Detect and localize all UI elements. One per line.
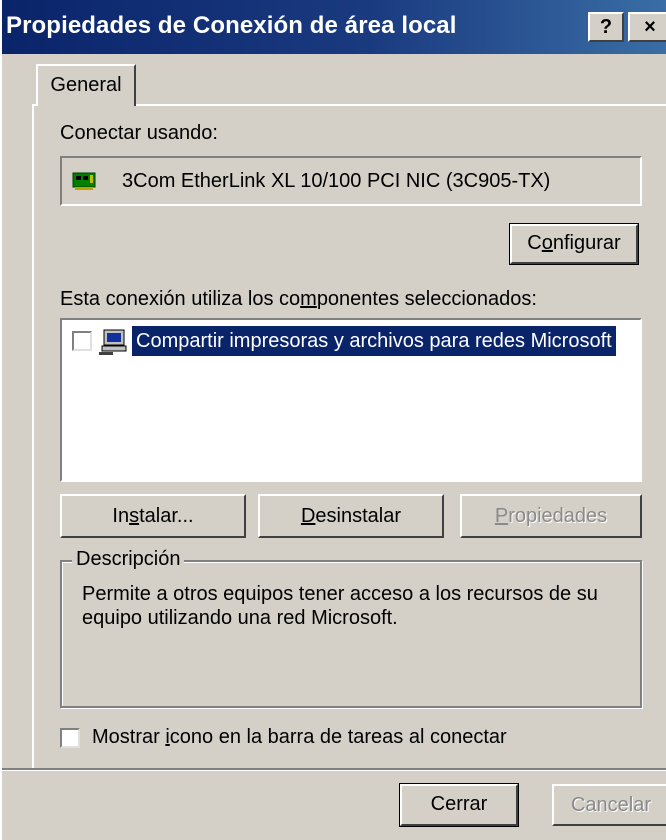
title-bar[interactable]: Propiedades de Conexión de área local ? …	[2, 0, 666, 54]
install-label-pre: In	[112, 505, 130, 527]
network-card-icon	[72, 172, 96, 190]
install-hotkey: s	[129, 505, 140, 527]
adapter-name: 3Com EtherLink XL 10/100 PCI NIC (3C905-…	[122, 170, 551, 192]
close-button[interactable]: Cerrar	[399, 783, 519, 827]
components-label-post: ponentes seleccionados:	[316, 288, 537, 310]
uninstall-button[interactable]: Desinstalar	[258, 494, 444, 538]
list-item[interactable]: Compartir impresoras y archivos para red…	[68, 326, 616, 356]
show-icon-checkbox[interactable]	[60, 728, 80, 748]
configure-button[interactable]: Configurar	[509, 223, 639, 265]
properties-dialog: Propiedades de Conexión de área local ? …	[0, 0, 666, 840]
component-label: Compartir impresoras y archivos para red…	[132, 326, 616, 356]
close-window-button[interactable]: ×	[628, 12, 666, 42]
components-label-pre: Esta conexión utiliza los co	[60, 288, 301, 310]
description-title: Descripción	[72, 548, 185, 571]
panel-bottom-divider	[2, 768, 666, 771]
connect-using-label: Conectar usando:	[60, 122, 218, 144]
install-label-post: talar...	[139, 505, 194, 527]
cancel-button[interactable]: Cancelar	[552, 784, 666, 826]
help-button[interactable]: ?	[588, 12, 624, 42]
uninstall-hotkey: D	[300, 505, 316, 527]
show-icon-label-post: cono en la barra de tareas al conectar	[169, 726, 507, 748]
configure-hotkey: o	[541, 232, 553, 254]
show-icon-label-pre: Mostrar	[92, 726, 166, 748]
tab-general[interactable]: General	[36, 64, 136, 106]
components-label: Esta conexión utiliza los componentes se…	[60, 288, 537, 311]
components-list[interactable]: Compartir impresoras y archivos para red…	[60, 318, 642, 482]
properties-button[interactable]: Propiedades	[460, 494, 642, 538]
uninstall-label-post: esinstalar	[315, 505, 402, 527]
show-icon-label[interactable]: Mostrar icono en la barra de tareas al c…	[92, 726, 507, 749]
configure-label-post: nfigurar	[552, 232, 621, 254]
configure-label-pre: C	[527, 232, 542, 254]
install-button[interactable]: Instalar...	[60, 494, 246, 538]
components-label-hotkey: m	[300, 288, 317, 310]
network-computer-icon	[99, 329, 127, 355]
description-text: Permite a otros equipos tener acceso a l…	[82, 583, 598, 629]
properties-label-post: ropiedades	[508, 505, 608, 527]
window-title: Propiedades de Conexión de área local	[6, 12, 457, 39]
properties-hotkey: P	[494, 505, 509, 527]
component-checkbox[interactable]	[72, 331, 92, 351]
cancel-label: Cancelar	[570, 794, 652, 816]
adapter-field: 3Com EtherLink XL 10/100 PCI NIC (3C905-…	[60, 156, 642, 206]
